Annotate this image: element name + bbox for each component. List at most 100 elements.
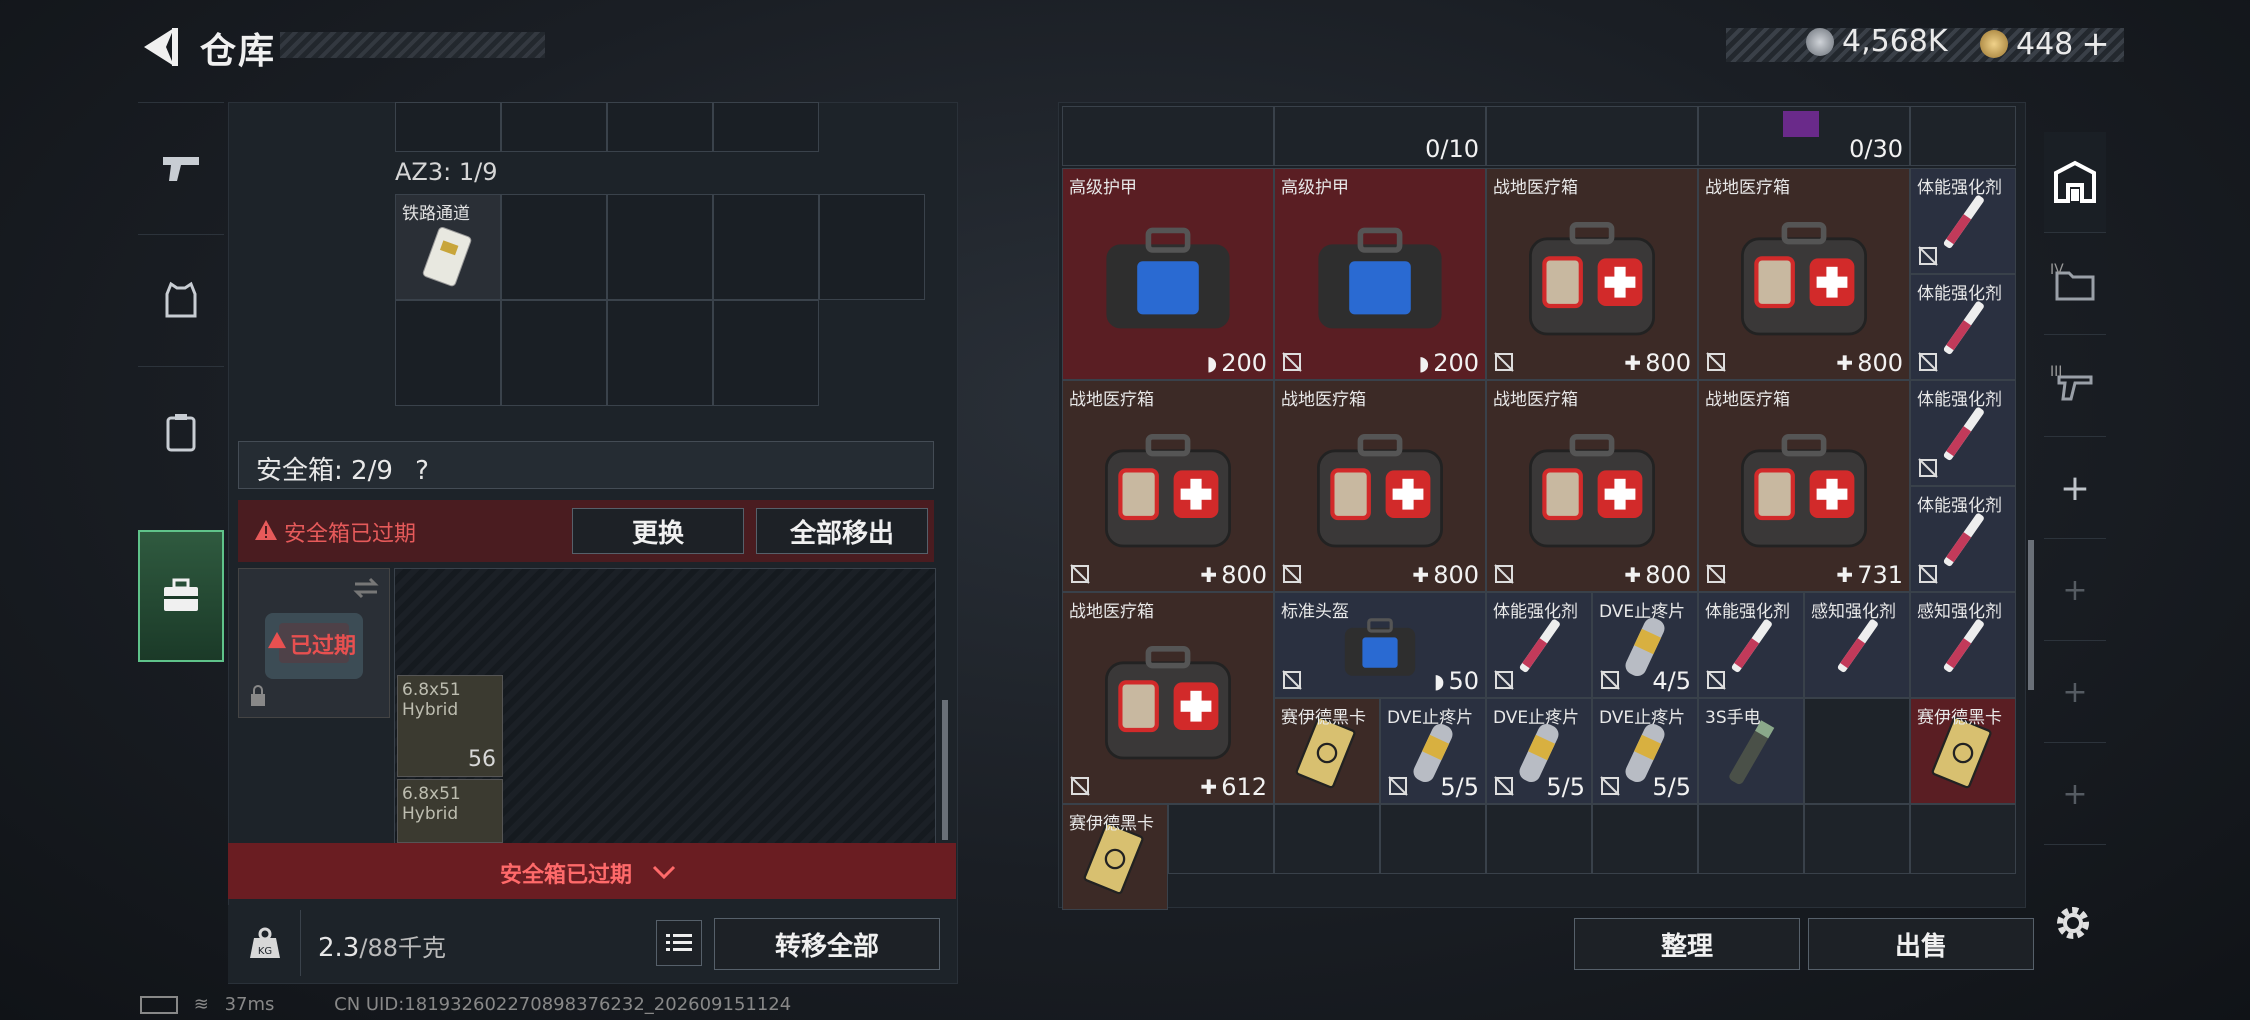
inventory-item[interactable]: 战地医疗箱 ✚ 800 [1486,168,1698,380]
empty-slot[interactable] [1274,804,1380,874]
inventory-item[interactable]: 体能强化剂 [1486,592,1592,698]
empty-slot[interactable] [1804,698,1910,804]
inventory-item[interactable]: 赛伊德黑卡 [1910,698,2016,804]
inventory-item[interactable]: 体能强化剂 [1910,168,2016,274]
inventory-item[interactable]: 体能强化剂 [1698,592,1804,698]
inventory-item[interactable]: 感知强化剂 [1804,592,1910,698]
inventory-item[interactable]: 3S手电 [1698,698,1804,804]
inventory-item[interactable]: 高级护甲 ◗ 200 [1062,168,1274,380]
inventory-item[interactable]: 标准头盔 ◗ 50 [1274,592,1486,698]
empty-slot[interactable] [1804,804,1910,874]
item-value-text: 800 [1221,561,1267,589]
ammo-item[interactable]: 6.8x51 Hybrid 56 [397,675,503,777]
empty-slot[interactable] [1486,804,1592,874]
medkit-icon [1317,434,1443,548]
ping-value: 37ms [224,994,275,1015]
silver-amount: 4,568K [1842,24,1948,59]
item-name: DVE止疼片 [1493,708,1580,728]
not-insured-icon [1918,564,1938,584]
inventory-item[interactable]: 战地医疗箱 ✚ 800 [1698,168,1910,380]
inventory-item[interactable]: 赛伊德黑卡 [1062,804,1168,910]
left-scrollbar[interactable] [942,700,948,840]
add-storage-button[interactable]: + [2044,438,2106,539]
uid-text: CN UID:181932602270898376232_20260915112… [334,994,792,1015]
backpack-icon [166,414,196,452]
list-icon [666,934,692,951]
add-storage-button[interactable]: + [2044,642,2106,743]
item-value-text: 800 [1433,561,1479,589]
list-view-button[interactable] [656,920,702,966]
inventory-item[interactable]: 战地医疗箱 ✚ 800 [1062,380,1274,592]
inventory-item[interactable]: 战地医疗箱 ✚ 612 [1062,592,1274,804]
empty-slot[interactable] [1592,804,1698,874]
sort-button[interactable]: 整理 [1574,918,1800,970]
right-sidebar: IV III + + + + [2044,132,2106,922]
inventory-item[interactable]: DVE止疼片 5/5 [1380,698,1486,804]
item-name: 标准头盔 [1281,602,1349,622]
back-arrow-icon[interactable] [138,24,184,70]
inventory-item[interactable]: 战地医疗箱 ✚ 800 [1486,380,1698,592]
empty-slot[interactable] [1380,804,1486,874]
sell-button[interactable]: 出售 [1808,918,2034,970]
vest-icon [165,281,197,318]
move-all-out-button[interactable]: 全部移出 [756,508,928,554]
empty-slot[interactable] [1168,804,1274,874]
top-item-cell[interactable]: 0/30 [1698,106,1910,166]
swap-arrows-icon[interactable] [351,577,381,599]
empty-slot[interactable] [1698,804,1804,874]
inventory-item[interactable]: DVE止疼片 5/5 [1592,698,1698,804]
transfer-all-button[interactable]: 转移全部 [714,918,940,970]
inventory-item[interactable]: 高级护甲 ◗ 200 [1274,168,1486,380]
item-value: 5/5 [1546,773,1585,801]
pistol-icon [163,157,199,181]
tab-all-storage[interactable] [2044,132,2106,233]
top-item-cell[interactable]: 0/10 [1274,106,1486,166]
not-insured-icon [1706,564,1726,584]
inventory-item[interactable]: 感知强化剂 [1910,592,2016,698]
gear-icon[interactable] [2052,902,2094,944]
empty-slot[interactable] [1910,804,2016,874]
tab-armor[interactable] [138,234,224,365]
inventory-item[interactable]: DVE止疼片 4/5 [1592,592,1698,698]
not-insured-icon [1282,352,1302,372]
item-value: ✚ 800 [1412,561,1479,589]
item-name: DVE止疼片 [1387,708,1474,728]
inventory-item[interactable]: 体能强化剂 [1910,486,2016,592]
add-storage-button[interactable]: + [2044,744,2106,845]
not-insured-icon [1706,352,1726,372]
not-insured-icon [1494,352,1514,372]
currency-gold[interactable]: 448 + [1980,24,2110,64]
inventory-item[interactable]: 体能强化剂 [1910,380,2016,486]
inventory-item[interactable]: 体能强化剂 [1910,274,2016,380]
right-scrollbar[interactable] [2028,540,2034,690]
ammo-item[interactable]: 6.8x51 Hybrid [397,779,503,843]
item-name: 战地医疗箱 [1069,390,1154,410]
inventory-item[interactable]: 战地医疗箱 ✚ 731 [1698,380,1910,592]
tab-weapons[interactable] [138,102,224,233]
tab-backpack[interactable] [138,366,224,497]
warning-icon [255,520,277,540]
medkit-icon [1529,434,1655,548]
item-name: 高级护甲 [1281,178,1349,198]
add-currency-icon[interactable]: + [2081,24,2110,64]
chevron-down-icon[interactable] [652,864,676,880]
inventory-item[interactable]: 战地医疗箱 ✚ 800 [1274,380,1486,592]
rail-item-cell[interactable]: 铁路通道 [395,194,501,300]
item-name: 3S手电 [1705,708,1761,728]
not-insured-icon [1494,776,1514,796]
inventory-grid: 0/10 0/30 高级护甲 ◗ 200 高级护甲 ◗ 200 战地医疗箱 ✚ 800 战地医疗箱… [1062,106,2020,910]
storage-icon [2054,160,2096,203]
tab-storage-iii[interactable]: III [2044,336,2106,437]
swap-button[interactable]: 更换 [572,508,744,554]
inventory-item[interactable]: DVE止疼片 5/5 [1486,698,1592,804]
not-insured-icon [1918,352,1938,372]
help-icon[interactable]: ? [415,456,429,486]
expired-badge: 已过期 [290,634,357,659]
tab-storage-iv[interactable]: IV [2044,234,2106,335]
tab-safe-box[interactable] [138,530,224,662]
item-name: 战地医疗箱 [1705,390,1790,410]
item-name: 赛伊德黑卡 [1281,708,1366,728]
add-storage-button[interactable]: + [2044,540,2106,641]
inventory-item[interactable]: 赛伊德黑卡 [1274,698,1380,804]
divider [300,910,301,976]
